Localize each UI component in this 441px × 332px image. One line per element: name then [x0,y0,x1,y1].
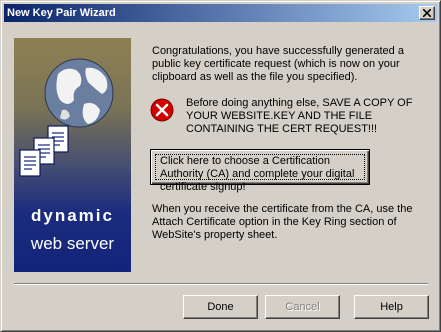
wizard-window: New Key Pair Wizard dynamic web server C… [0,0,441,332]
error-icon [150,98,174,122]
help-button[interactable]: Help [354,295,429,319]
close-button[interactable] [419,6,435,20]
wizard-banner: dynamic web server [14,38,131,272]
globe-icon [44,58,114,128]
warning-message: Before doing anything else, SAVE A COPY … [186,97,413,135]
cancel-button[interactable]: Cancel [265,295,340,319]
brand-line-2: web server [30,234,115,253]
choose-ca-label: Click here to choose a Certification Aut… [160,155,355,193]
choose-ca-button[interactable]: Click here to choose a Certification Aut… [150,149,370,193]
documents-icon [19,125,69,177]
button-separator [14,283,428,285]
congrats-message: Congratulations, you have successfully g… [152,45,404,83]
done-button[interactable]: Done [183,295,258,319]
close-icon [423,9,431,17]
attach-instructions: When you receive the certificate from th… [152,203,413,241]
window-title: New Key Pair Wizard [7,7,116,19]
brand-line-1: dynamic [31,206,114,225]
title-bar[interactable]: New Key Pair Wizard [4,4,437,22]
